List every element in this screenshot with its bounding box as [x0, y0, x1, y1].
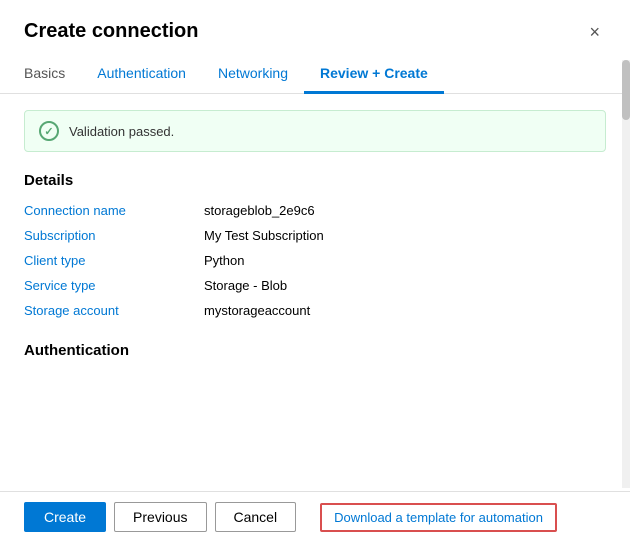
dialog-header: Create connection ×	[0, 0, 630, 57]
details-grid: Connection name storageblob_2e9c6 Subscr…	[24, 203, 606, 318]
dialog-footer: Create Previous Cancel Download a templa…	[0, 491, 630, 542]
validation-banner: Validation passed.	[24, 110, 606, 152]
value-client-type: Python	[204, 253, 606, 268]
value-subscription: My Test Subscription	[204, 228, 606, 243]
validation-check-icon	[39, 121, 59, 141]
tab-basics[interactable]: Basics	[24, 57, 81, 94]
dialog-body: Validation passed. Details Connection na…	[0, 94, 630, 491]
details-section-title: Details	[24, 172, 606, 189]
cancel-button[interactable]: Cancel	[215, 502, 297, 532]
create-button[interactable]: Create	[24, 502, 106, 532]
tab-authentication[interactable]: Authentication	[81, 57, 202, 94]
close-button[interactable]: ×	[583, 21, 606, 43]
validation-message: Validation passed.	[69, 124, 174, 139]
create-connection-dialog: Create connection × Basics Authenticatio…	[0, 0, 630, 542]
tab-review-create[interactable]: Review + Create	[304, 57, 444, 94]
scrollbar-thumb[interactable]	[622, 60, 630, 120]
tab-networking[interactable]: Networking	[202, 57, 304, 94]
label-storage-account: Storage account	[24, 303, 204, 318]
value-service-type: Storage - Blob	[204, 278, 606, 293]
label-subscription: Subscription	[24, 228, 204, 243]
label-client-type: Client type	[24, 253, 204, 268]
authentication-section-title: Authentication	[24, 342, 606, 359]
value-storage-account: mystorageaccount	[204, 303, 606, 318]
label-connection-name: Connection name	[24, 203, 204, 218]
download-template-button[interactable]: Download a template for automation	[320, 503, 557, 532]
dialog-title: Create connection	[24, 20, 198, 43]
value-connection-name: storageblob_2e9c6	[204, 203, 606, 218]
label-service-type: Service type	[24, 278, 204, 293]
tabs-bar: Basics Authentication Networking Review …	[0, 57, 630, 94]
scrollbar[interactable]	[622, 60, 630, 488]
previous-button[interactable]: Previous	[114, 502, 206, 532]
